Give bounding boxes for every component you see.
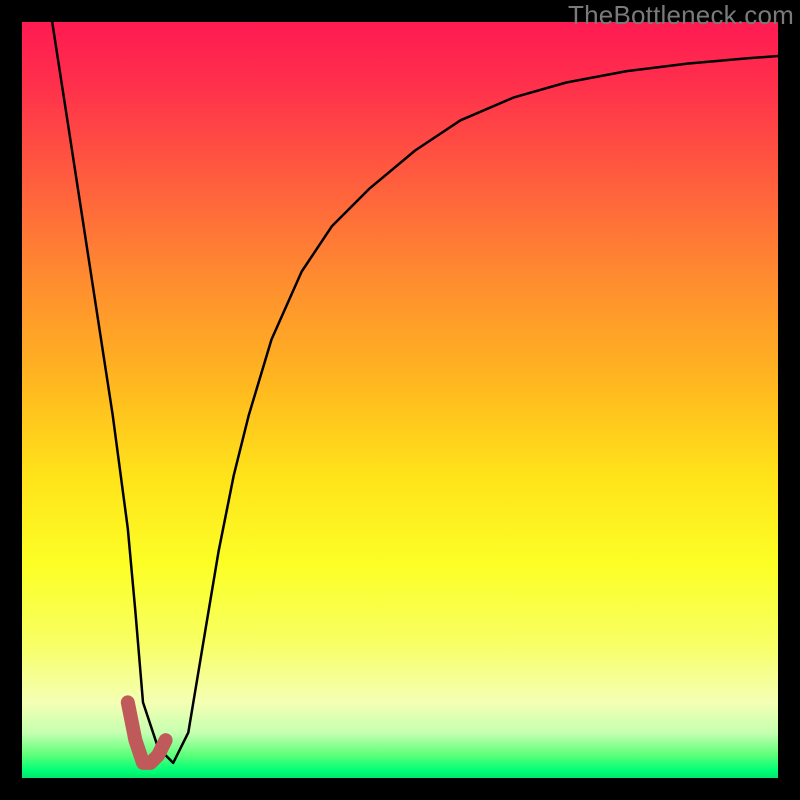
- watermark-text: TheBottleneck.com: [568, 0, 794, 31]
- chart-gradient-background: [22, 22, 778, 778]
- chart-frame: TheBottleneck.com: [0, 0, 800, 800]
